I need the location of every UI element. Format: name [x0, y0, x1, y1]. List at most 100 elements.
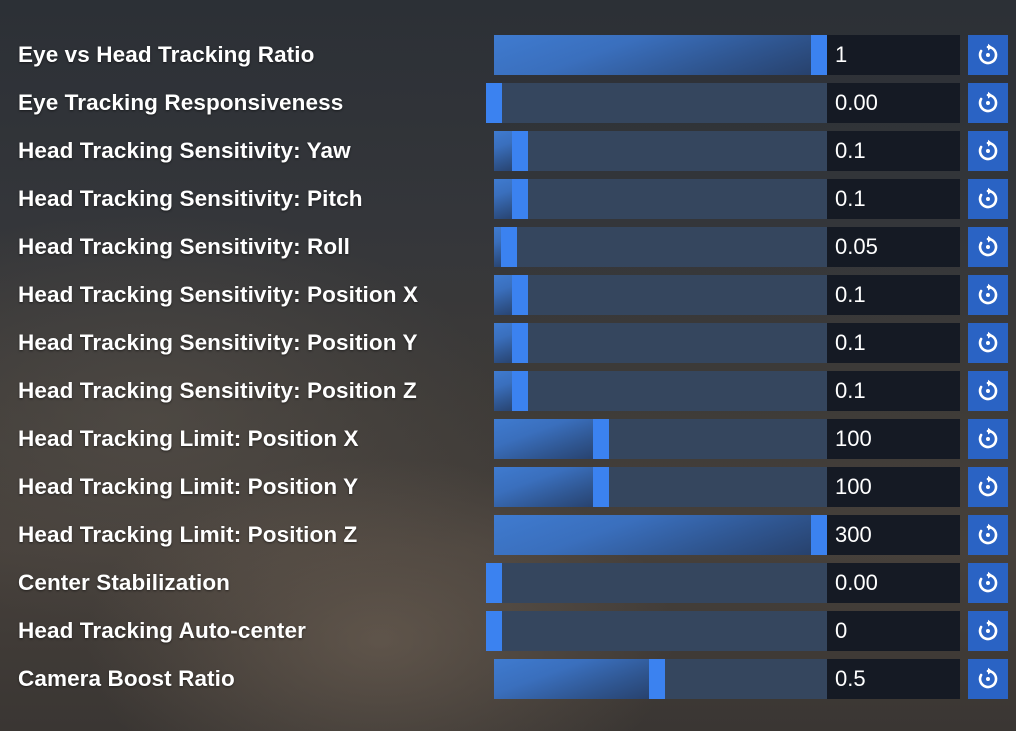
slider-fill [494, 35, 819, 75]
slider-thumb[interactable] [512, 131, 528, 171]
reset-button[interactable] [968, 179, 1008, 219]
setting-row-head-tracking-auto-center: Head Tracking Auto-center 0 [0, 607, 1016, 655]
slider-thumb[interactable] [648, 659, 665, 699]
setting-row-eye-vs-head-tracking-ratio: Eye vs Head Tracking Ratio 1 [0, 31, 1016, 79]
reset-button[interactable] [968, 611, 1008, 651]
head-tracking-sensitivity-position-z-value[interactable]: 0.1 [827, 371, 960, 411]
reset-button[interactable] [968, 467, 1008, 507]
settings-list: Eye vs Head Tracking Ratio 1 Eye Trackin… [0, 31, 1016, 703]
head-tracking-limit-position-y-value[interactable]: 100 [827, 467, 960, 507]
reset-button[interactable] [968, 515, 1008, 555]
head-tracking-auto-center-value[interactable]: 0 [827, 611, 960, 651]
setting-label: Head Tracking Limit: Position X [18, 426, 359, 451]
reset-button[interactable] [968, 227, 1008, 267]
setting-row-head-tracking-limit-position-y: Head Tracking Limit: Position Y 100 [0, 463, 1016, 511]
setting-label: Head Tracking Limit: Position Y [18, 474, 359, 499]
head-tracking-limit-position-z-slider[interactable] [494, 515, 827, 555]
reset-button[interactable] [968, 563, 1008, 603]
setting-row-head-tracking-sensitivity-roll: Head Tracking Sensitivity: Roll 0.05 [0, 223, 1016, 271]
slider-thumb[interactable] [512, 323, 528, 363]
reset-button[interactable] [968, 35, 1008, 75]
reset-button[interactable] [968, 275, 1008, 315]
setting-row-camera-boost-ratio: Camera Boost Ratio 0.5 [0, 655, 1016, 703]
head-tracking-auto-center-slider[interactable] [486, 611, 827, 651]
head-tracking-sensitivity-pitch-slider[interactable] [494, 179, 827, 219]
reset-icon [978, 619, 998, 641]
setting-label: Head Tracking Sensitivity: Position Y [18, 330, 418, 355]
setting-row-head-tracking-sensitivity-yaw: Head Tracking Sensitivity: Yaw 0.1 [0, 127, 1016, 175]
head-tracking-sensitivity-yaw-value[interactable]: 0.1 [827, 131, 960, 171]
slider-thumb[interactable] [500, 227, 517, 267]
head-tracking-limit-position-y-slider[interactable] [494, 467, 827, 507]
reset-icon [978, 187, 998, 209]
slider-thumb[interactable] [811, 35, 827, 75]
setting-row-head-tracking-limit-position-x: Head Tracking Limit: Position X 100 [0, 415, 1016, 463]
reset-button[interactable] [968, 131, 1008, 171]
slider-fill [494, 659, 657, 699]
head-tracking-sensitivity-position-y-value[interactable]: 0.1 [827, 323, 960, 363]
setting-label: Head Tracking Limit: Position Z [18, 522, 358, 547]
reset-icon [978, 91, 998, 113]
head-tracking-sensitivity-position-y-slider[interactable] [494, 323, 827, 363]
reset-icon [978, 667, 998, 689]
head-tracking-sensitivity-pitch-value[interactable]: 0.1 [827, 179, 960, 219]
setting-label: Eye vs Head Tracking Ratio [18, 42, 315, 67]
slider-thumb[interactable] [811, 515, 827, 555]
setting-row-eye-tracking-responsiveness: Eye Tracking Responsiveness 0.00 [0, 79, 1016, 127]
reset-button[interactable] [968, 323, 1008, 363]
center-stabilization-slider[interactable] [486, 563, 827, 603]
setting-label: Head Tracking Auto-center [18, 618, 306, 643]
slider-thumb[interactable] [593, 467, 610, 507]
head-tracking-sensitivity-position-x-value[interactable]: 0.1 [827, 275, 960, 315]
camera-boost-ratio-value[interactable]: 0.5 [827, 659, 960, 699]
setting-label: Center Stabilization [18, 570, 231, 595]
reset-button[interactable] [968, 371, 1008, 411]
reset-icon [978, 379, 998, 401]
slider-thumb[interactable] [486, 563, 502, 603]
eye-vs-head-tracking-ratio-slider[interactable] [494, 35, 827, 75]
slider-thumb[interactable] [593, 419, 610, 459]
setting-row-head-tracking-sensitivity-position-y: Head Tracking Sensitivity: Position Y 0.… [0, 319, 1016, 367]
slider-thumb[interactable] [512, 275, 528, 315]
reset-icon [978, 283, 998, 305]
setting-row-head-tracking-sensitivity-pitch: Head Tracking Sensitivity: Pitch 0.1 [0, 175, 1016, 223]
setting-row-head-tracking-limit-position-z: Head Tracking Limit: Position Z 300 [0, 511, 1016, 559]
head-tracking-limit-position-x-slider[interactable] [494, 419, 827, 459]
slider-fill [494, 515, 819, 555]
center-stabilization-value[interactable]: 0.00 [827, 563, 960, 603]
slider-thumb[interactable] [486, 611, 502, 651]
reset-icon [978, 139, 998, 161]
setting-label: Camera Boost Ratio [18, 666, 235, 691]
setting-label: Head Tracking Sensitivity: Position X [18, 282, 419, 307]
reset-icon [978, 571, 998, 593]
camera-boost-ratio-slider[interactable] [494, 659, 827, 699]
reset-icon [978, 331, 998, 353]
slider-fill [494, 467, 602, 507]
slider-thumb[interactable] [486, 83, 502, 123]
eye-tracking-responsiveness-slider[interactable] [486, 83, 827, 123]
setting-label: Head Tracking Sensitivity: Pitch [18, 186, 363, 211]
head-tracking-sensitivity-roll-slider[interactable] [494, 227, 827, 267]
head-tracking-sensitivity-roll-value[interactable]: 0.05 [827, 227, 960, 267]
setting-row-head-tracking-sensitivity-position-x: Head Tracking Sensitivity: Position X 0.… [0, 271, 1016, 319]
head-tracking-limit-position-x-value[interactable]: 100 [827, 419, 960, 459]
slider-fill [494, 419, 602, 459]
setting-label: Head Tracking Sensitivity: Position Z [18, 378, 417, 403]
setting-label: Head Tracking Sensitivity: Roll [18, 234, 350, 259]
head-tracking-sensitivity-yaw-slider[interactable] [494, 131, 827, 171]
reset-icon [978, 475, 998, 497]
head-tracking-sensitivity-position-x-slider[interactable] [494, 275, 827, 315]
slider-thumb[interactable] [512, 371, 528, 411]
reset-button[interactable] [968, 659, 1008, 699]
reset-button[interactable] [968, 419, 1008, 459]
reset-button[interactable] [968, 83, 1008, 123]
setting-row-center-stabilization: Center Stabilization 0.00 [0, 559, 1016, 607]
slider-thumb[interactable] [512, 179, 528, 219]
eye-vs-head-tracking-ratio-value[interactable]: 1 [827, 35, 960, 75]
reset-icon [978, 43, 998, 65]
head-tracking-sensitivity-position-z-slider[interactable] [494, 371, 827, 411]
eye-tracking-responsiveness-value[interactable]: 0.00 [827, 83, 960, 123]
setting-label: Head Tracking Sensitivity: Yaw [18, 138, 351, 163]
setting-label: Eye Tracking Responsiveness [18, 90, 344, 115]
head-tracking-limit-position-z-value[interactable]: 300 [827, 515, 960, 555]
